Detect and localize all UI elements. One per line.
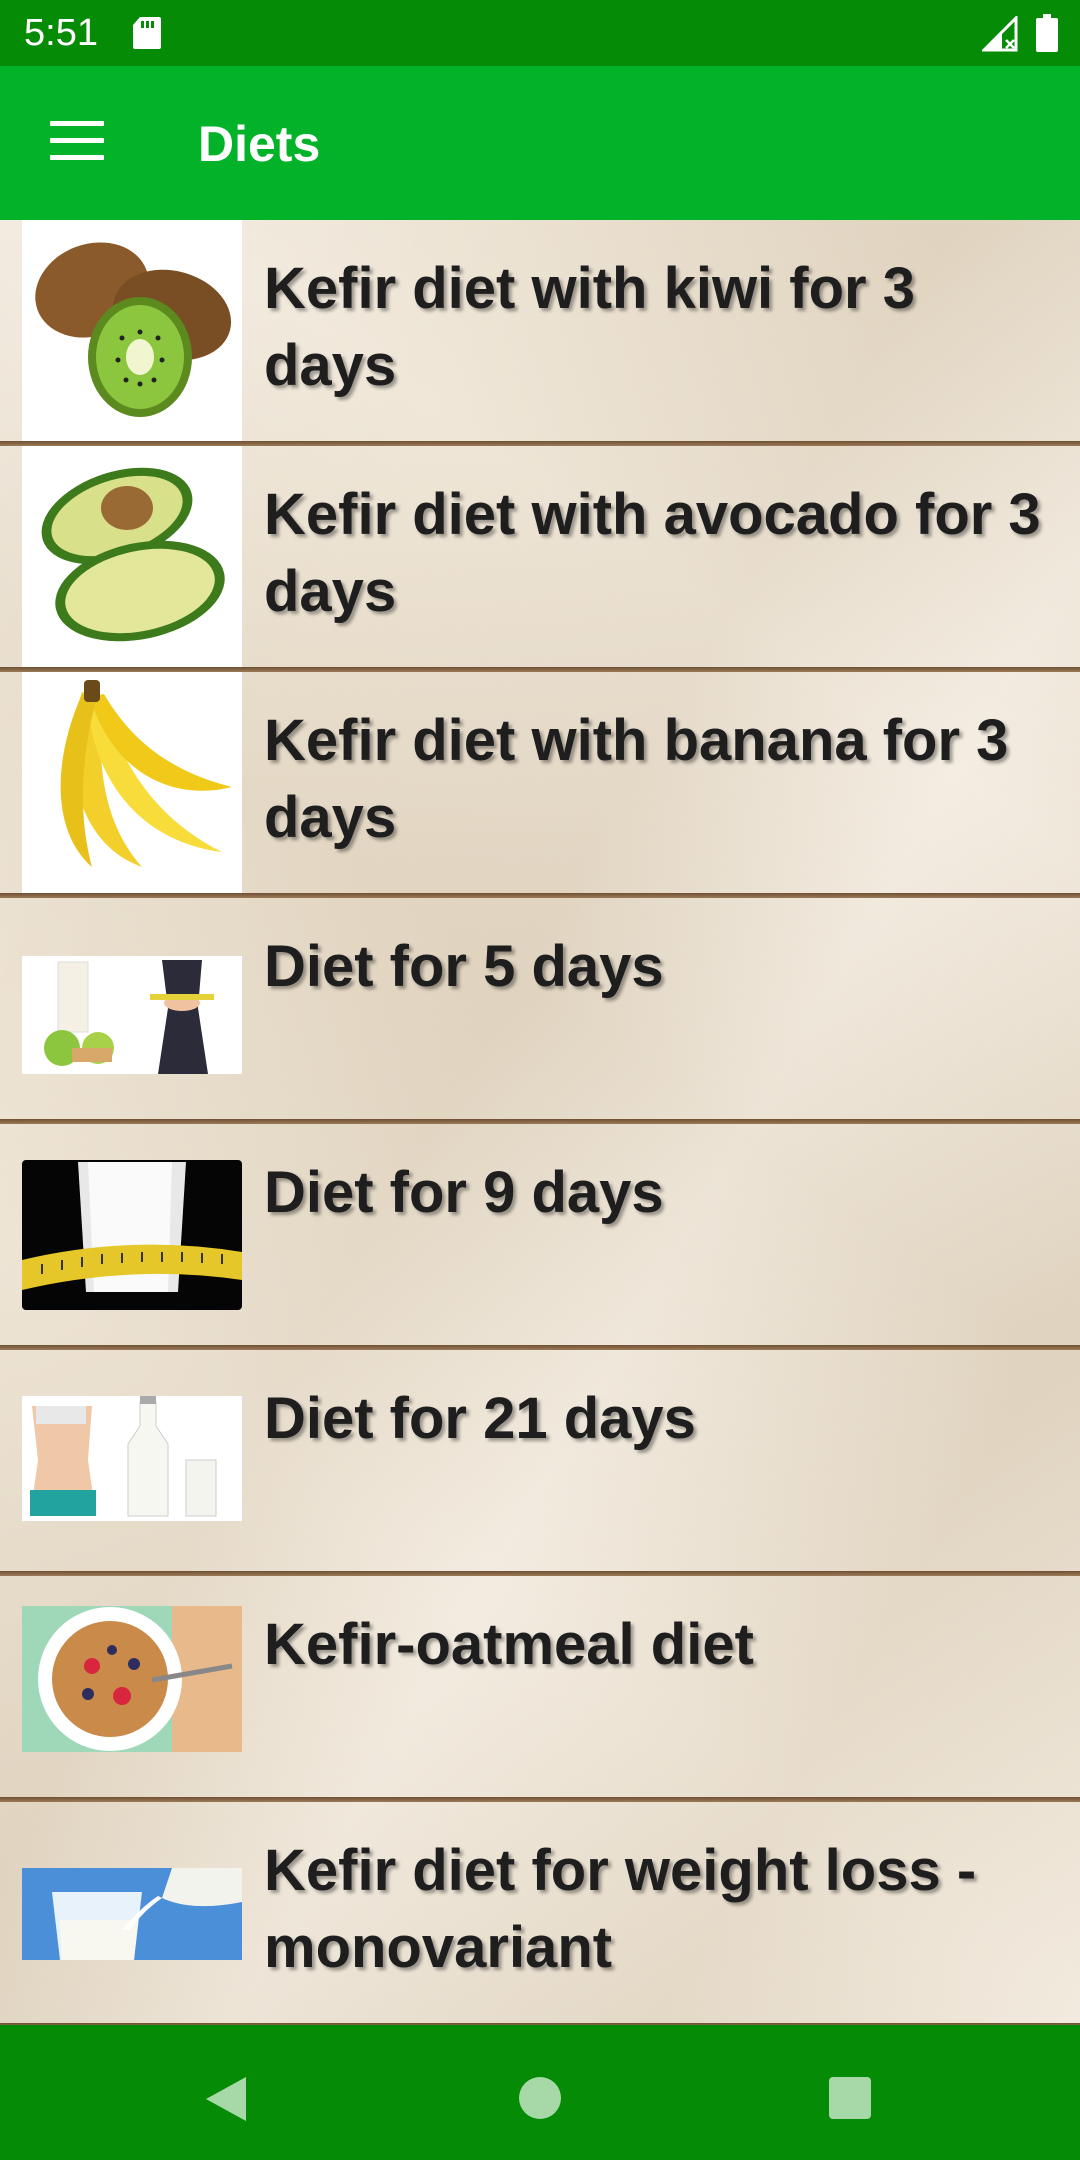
kiwi-image [22, 220, 242, 441]
milk-glass-tape-image [22, 1124, 242, 1345]
banana-image [22, 672, 242, 893]
avocado-image [22, 446, 242, 667]
diet-title: Kefir-oatmeal diet [264, 1612, 754, 1677]
app-bar: Diets [0, 66, 1080, 220]
list-item-5-days[interactable]: Diet for 5 days [0, 898, 1080, 1124]
list-item-oatmeal[interactable]: Kefir-oatmeal diet [0, 1576, 1080, 1802]
back-icon[interactable] [204, 2075, 248, 2123]
signal-icon [982, 16, 1018, 52]
home-icon[interactable] [519, 2077, 561, 2119]
recents-icon[interactable] [829, 2077, 871, 2119]
status-time: 5:51 [24, 12, 98, 54]
list-item-21-days[interactable]: Diet for 21 days [0, 1350, 1080, 1576]
navigation-bar [0, 2025, 1080, 2160]
waist-milk-bottles-image [22, 1350, 242, 1571]
status-bar: 5:51 [0, 0, 1080, 66]
list-item-kiwi[interactable]: Kefir diet with kiwi for 3 days [0, 220, 1080, 446]
list-item-avocado[interactable]: Kefir diet with avocado for 3 days [0, 446, 1080, 672]
menu-icon[interactable] [50, 121, 104, 163]
milk-apples-waist-image [22, 898, 242, 1119]
milk-pour-image [22, 1802, 242, 2023]
diet-list: Kefir diet with kiwi for 3 days Kefir di… [0, 220, 1080, 2025]
list-item-banana[interactable]: Kefir diet with banana for 3 days [0, 672, 1080, 898]
diet-title: Kefir diet with avocado for 3 days [264, 482, 1041, 624]
diet-title: Kefir diet with banana for 3 days [264, 708, 1009, 850]
diet-title: Kefir diet with kiwi for 3 days [264, 256, 915, 398]
list-item-9-days[interactable]: Diet for 9 days [0, 1124, 1080, 1350]
diet-title: Diet for 9 days [264, 1160, 664, 1225]
battery-icon [1036, 14, 1058, 52]
diet-title: Kefir diet for weight loss - monovariant [264, 1838, 977, 1980]
oatmeal-bowl-image [22, 1576, 242, 1797]
list-item-monovariant[interactable]: Kefir diet for weight loss - monovariant [0, 1802, 1080, 2025]
sd-card-icon [133, 17, 161, 49]
page-title: Diets [198, 116, 321, 172]
diet-title: Diet for 21 days [264, 1386, 696, 1451]
diet-title: Diet for 5 days [264, 934, 664, 999]
